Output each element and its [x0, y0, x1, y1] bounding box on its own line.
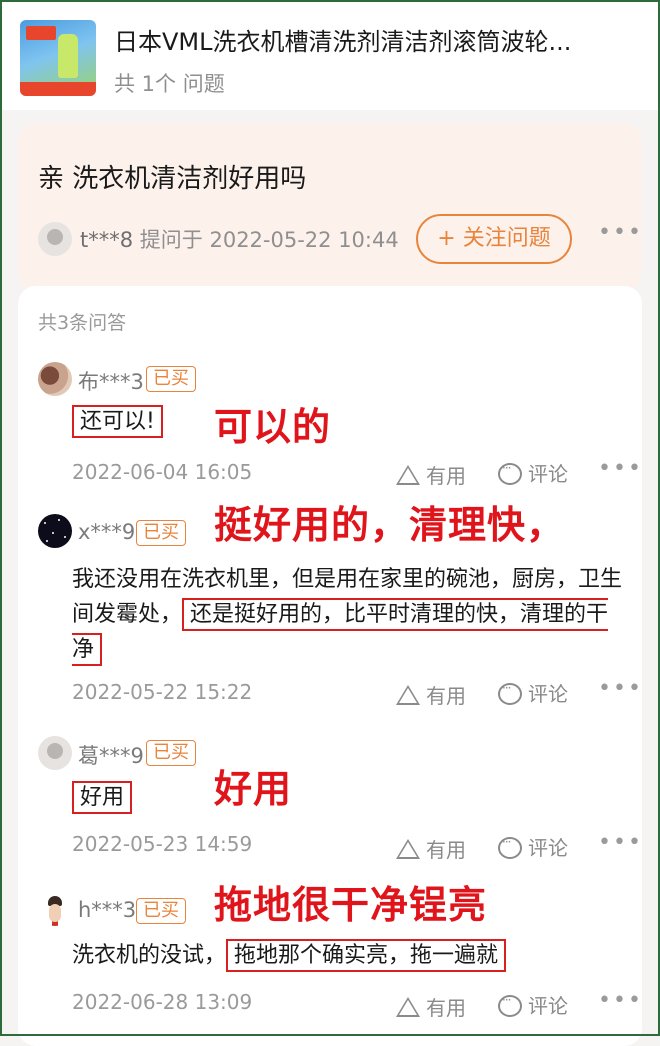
comment-label: 评论 [528, 682, 568, 706]
user-avatar[interactable] [38, 892, 72, 926]
comment-icon [498, 835, 522, 859]
answer-username: x***9 [78, 520, 136, 544]
more-icon[interactable]: ••• [598, 456, 643, 481]
product-thumbnail[interactable] [20, 20, 96, 96]
more-icon[interactable]: ••• [598, 220, 643, 245]
answer-username: h***3 [78, 898, 137, 922]
bought-badge: 已买 [146, 366, 196, 392]
highlight-box: 拖地那个确实亮，拖一遍就 [226, 939, 507, 972]
comment-icon [498, 681, 522, 705]
answer-text: 还可以! [72, 404, 632, 439]
annotation-label: 挺好用的，清理快， [214, 503, 566, 547]
highlight-box: 好用 [72, 781, 133, 814]
bought-badge: 已买 [136, 520, 186, 546]
asker-name: t***8 [80, 228, 134, 252]
comment-button[interactable]: 评论 [498, 458, 568, 487]
comment-icon [498, 993, 522, 1017]
thumbnail-bottle [58, 34, 78, 78]
useful-icon [396, 839, 420, 859]
annotation-label: 可以的 [214, 405, 332, 449]
answer-text: 好用 [72, 780, 632, 815]
more-icon[interactable]: ••• [598, 830, 643, 855]
bought-badge: 已买 [136, 898, 186, 924]
answer-text: 洗衣机的没试， 拖地那个确实亮，拖一遍就 [72, 938, 632, 973]
annotation-label: 拖地很干净锃亮 [214, 883, 488, 927]
asked-time: 提问于 2022-05-22 10:44 [139, 228, 399, 252]
answer-date: 2022-06-04 16:05 [72, 460, 253, 484]
useful-icon [396, 685, 420, 705]
thumbnail-badge [26, 26, 56, 40]
user-avatar[interactable] [38, 362, 72, 396]
asker-info: t***8 提问于 2022-05-22 10:44 [80, 224, 399, 254]
comment-button[interactable]: 评论 [498, 832, 568, 861]
useful-button[interactable]: 有用 [396, 992, 466, 1021]
user-avatar[interactable] [38, 736, 72, 770]
answer-date: 2022-06-28 13:09 [72, 990, 253, 1014]
useful-button[interactable]: 有用 [396, 460, 466, 489]
useful-icon [396, 465, 420, 485]
useful-label: 有用 [426, 684, 466, 708]
more-icon[interactable]: ••• [598, 988, 643, 1013]
useful-button[interactable]: 有用 [396, 834, 466, 863]
useful-label: 有用 [426, 464, 466, 488]
question-card: 亲 洗衣机清洁剂好用吗 t***8 提问于 2022-05-22 10:44 +… [18, 124, 642, 290]
question-count: 共 1个 问题 [114, 72, 225, 96]
product-header[interactable]: 日本VML洗衣机槽清洗剂清洁剂滚筒波轮... 共 1个 问题 [2, 2, 658, 110]
useful-icon [396, 997, 420, 1017]
comment-button[interactable]: 评论 [498, 678, 568, 707]
comment-label: 评论 [528, 994, 568, 1018]
question-title: 亲 洗衣机清洁剂好用吗 [38, 164, 307, 194]
bought-badge: 已买 [146, 740, 196, 766]
follow-question-button[interactable]: + 关注问题 [416, 214, 572, 264]
thumbnail-banner [20, 82, 96, 96]
useful-label: 有用 [426, 996, 466, 1020]
answer-username: 布***3 [78, 370, 144, 394]
comment-label: 评论 [528, 836, 568, 860]
answer-text-plain: 洗衣机的没试， [72, 943, 227, 968]
comment-label: 评论 [528, 462, 568, 486]
answer-text: 我还没用在洗衣机里，但是用在家里的碗池，厨房，卫生间发霉处， 还是挺好用的，比平时… [72, 562, 632, 667]
product-title[interactable]: 日本VML洗衣机槽清洗剂清洁剂滚筒波轮... [114, 22, 571, 57]
answer-date: 2022-05-22 15:22 [72, 680, 253, 704]
useful-label: 有用 [426, 838, 466, 862]
more-icon[interactable]: ••• [598, 676, 643, 701]
answer-username: 葛***9 [78, 744, 144, 768]
answer-count: 共3条问答 [38, 312, 127, 334]
comment-button[interactable]: 评论 [498, 990, 568, 1019]
user-avatar[interactable] [38, 514, 72, 548]
highlight-box: 还可以! [72, 405, 163, 438]
useful-button[interactable]: 有用 [396, 680, 466, 709]
asker-avatar[interactable] [38, 222, 72, 256]
answer-list: 共3条问答 布***3 已买 还可以! 可以的 2022-06-04 16:05… [18, 286, 642, 1046]
answer-date: 2022-05-23 14:59 [72, 832, 253, 856]
comment-icon [498, 461, 522, 485]
